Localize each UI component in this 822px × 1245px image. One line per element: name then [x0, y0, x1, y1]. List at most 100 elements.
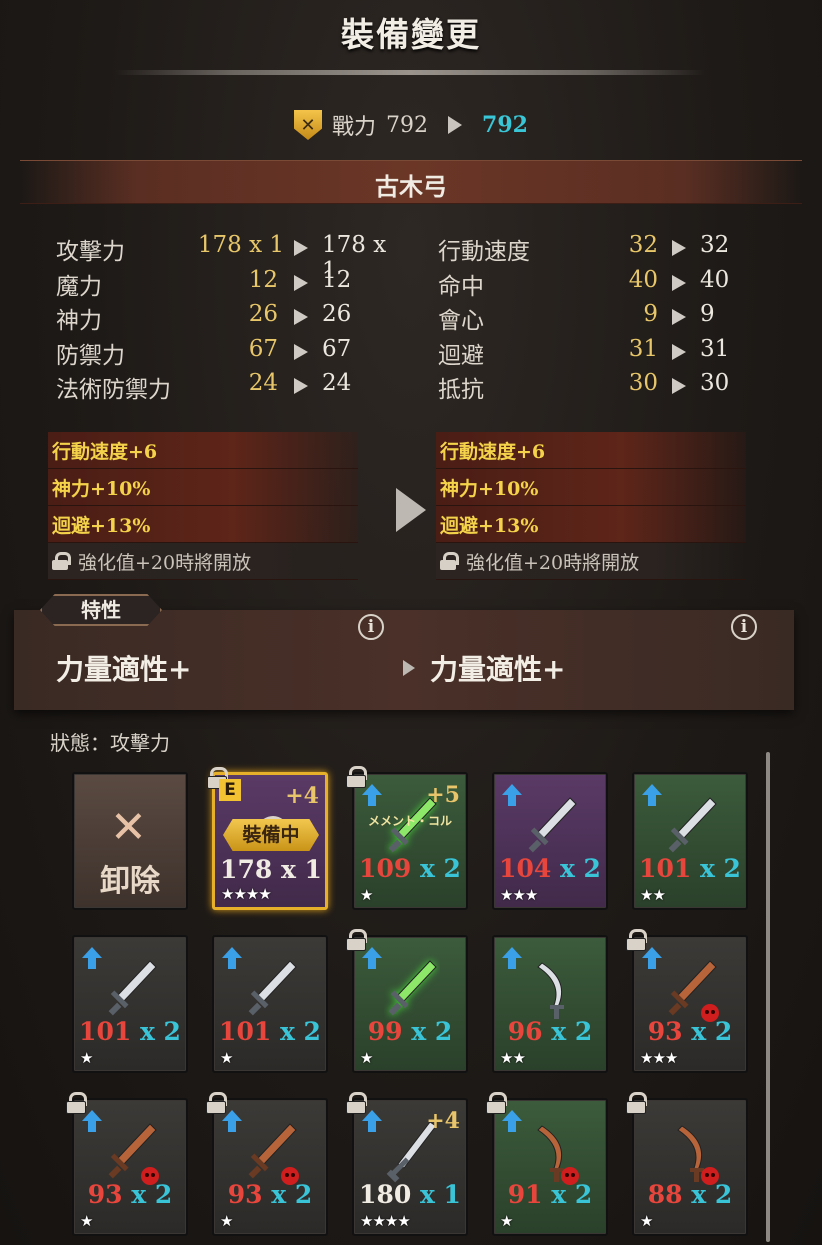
stat-old: 178 x 1: [197, 232, 284, 258]
stat-name: 會心: [438, 308, 484, 334]
stat-new: 32: [700, 232, 730, 258]
stat-row: 行動速度 32 32: [438, 232, 738, 267]
weapon-card[interactable]: 93 x 2 ★★★: [626, 929, 748, 1073]
trait-old: 力量適性+: [56, 653, 192, 686]
weapon-card[interactable]: +5 メメント・コル 109 x 2 ★: [346, 766, 468, 910]
rarity-stars: ★: [80, 1049, 93, 1067]
lock-icon: [486, 1092, 507, 1114]
card-attack-mult: x 2: [682, 1017, 733, 1046]
stat-new: 30: [700, 370, 730, 396]
card-attack: 180 x 1: [354, 1180, 466, 1209]
title-divider: [115, 70, 705, 75]
sort-status-label[interactable]: 狀態：攻擊力: [50, 727, 170, 756]
card-attack-mult: x 2: [551, 854, 601, 883]
weapon-card[interactable]: 88 x 2 ★: [626, 1092, 748, 1236]
stat-row: 會心 9 9: [438, 301, 738, 336]
weapon-card[interactable]: 104 x 2 ★★★: [492, 772, 608, 910]
weapon-card[interactable]: 101 x 2 ★★: [632, 772, 748, 910]
info-icon[interactable]: i: [731, 614, 757, 640]
scrollbar[interactable]: [766, 752, 770, 1242]
weapon-card[interactable]: +4 E 裝備中 178 x 1 ★★★★: [207, 767, 328, 910]
rarity-stars: ★: [220, 1049, 233, 1067]
arrow-right-icon: [448, 116, 463, 134]
lock-icon: [206, 1092, 227, 1114]
stat-new: 67: [322, 335, 352, 362]
card-attack-mult: x 2: [542, 1180, 593, 1209]
weapon-card[interactable]: 96 x 2 ★★: [492, 935, 608, 1073]
unequip-label: 卸除: [100, 864, 160, 899]
trait-tab: 特性: [40, 594, 162, 626]
upgrade-arrow-icon: [222, 947, 242, 969]
rarity-stars: ★: [360, 1049, 373, 1067]
rarity-stars: ★★★: [500, 886, 538, 904]
scimitar-icon: [537, 962, 564, 1019]
weapon-card[interactable]: 93 x 2 ★: [206, 1092, 328, 1236]
card-attack: 93 x 2: [74, 1180, 186, 1209]
lock-icon: [346, 1092, 367, 1114]
card-attack-mult: x 2: [131, 1017, 181, 1046]
power-comparison: ✕ 戰力 792 792: [0, 108, 822, 142]
item-name: 古木弓: [375, 172, 447, 201]
enhance-level: +4: [426, 1108, 460, 1134]
trait-new: 力量適性+: [430, 653, 566, 686]
stat-name: 攻擊力: [56, 239, 125, 265]
stat-name: 防禦力: [56, 342, 125, 369]
rarity-stars: ★★★★: [360, 1212, 411, 1230]
stat-new: 31: [700, 335, 730, 362]
lock-icon: [346, 929, 367, 951]
card-attack-mult: x 2: [691, 854, 741, 883]
card-attack: 104 x 2: [494, 854, 606, 883]
card-attack-mult: x 2: [542, 1017, 593, 1046]
stat-row: 抵抗 30 30: [438, 370, 738, 405]
substat-locked-row: 強化值+20時將開放: [48, 543, 358, 580]
arrow-right-icon: [294, 378, 308, 394]
card-attack-value: 99: [367, 1017, 403, 1046]
rusty-scimitar-skull-icon: [677, 1125, 719, 1185]
locked-text: 強化值+20時將開放: [466, 551, 640, 574]
card-attack: 101 x 2: [214, 1017, 326, 1046]
arrow-right-icon: [672, 240, 686, 256]
stat-old: 31: [628, 335, 658, 362]
weapon-card[interactable]: 99 x 2 ★: [346, 929, 468, 1073]
weapon-card[interactable]: 101 x 2 ★: [212, 935, 328, 1073]
stat-new: 12: [322, 266, 352, 293]
card-attack: 88 x 2: [634, 1180, 746, 1209]
info-icon[interactable]: i: [358, 614, 384, 640]
card-attack-value: 93: [227, 1180, 263, 1209]
weapon-card[interactable]: 93 x 2 ★: [66, 1092, 188, 1236]
rarity-stars: ★: [80, 1212, 93, 1230]
stat-row: 魔力 12 12: [56, 267, 396, 302]
stat-row: 攻擊力 178 x 1 178 x 1: [56, 232, 396, 284]
power-label: 戰力: [332, 115, 377, 140]
rarity-stars: ★★★★: [221, 885, 272, 903]
stat-old: 32: [628, 232, 658, 258]
substat-row: 行動速度+6: [436, 432, 746, 469]
card-attack-value: 88: [647, 1180, 683, 1209]
arrow-right-icon: [294, 309, 308, 325]
card-attack: 99 x 2: [354, 1017, 466, 1046]
upgrade-arrow-icon: [502, 784, 522, 806]
upgrade-arrow-icon: [642, 784, 662, 806]
card-attack-mult: x 2: [122, 1180, 173, 1209]
card-attack-value: 101: [639, 854, 692, 883]
stat-row: 迴避 31 31: [438, 336, 738, 371]
stat-new: 9: [700, 301, 715, 327]
stats-right: 行動速度 32 32 命中 40 40 會心 9 9 迴避 31 31 抵抗 3…: [438, 232, 738, 405]
unequip-button[interactable]: ✕ 卸除: [72, 772, 188, 910]
rarity-stars: ★: [220, 1212, 233, 1230]
weapon-card[interactable]: 101 x 2 ★: [72, 935, 188, 1073]
stat-old: 26: [248, 301, 278, 327]
card-attack-mult: x 2: [262, 1180, 313, 1209]
stat-row: 命中 40 40: [438, 267, 738, 302]
substat-row: 迴避+13%: [436, 506, 746, 543]
enhance-level: +5: [426, 782, 460, 808]
stat-name: 命中: [438, 273, 484, 300]
card-attack-mult: x 2: [402, 1017, 453, 1046]
weapon-card[interactable]: +4 180 x 1 ★★★★: [346, 1092, 468, 1236]
weapon-caption: メメント・コル: [367, 814, 452, 828]
weapon-card[interactable]: 91 x 2 ★: [486, 1092, 608, 1236]
stat-old: 12: [248, 266, 278, 293]
lock-icon: [346, 766, 367, 788]
rusty-scimitar-skull-icon: [537, 1125, 579, 1185]
sword-icon: [668, 797, 717, 853]
